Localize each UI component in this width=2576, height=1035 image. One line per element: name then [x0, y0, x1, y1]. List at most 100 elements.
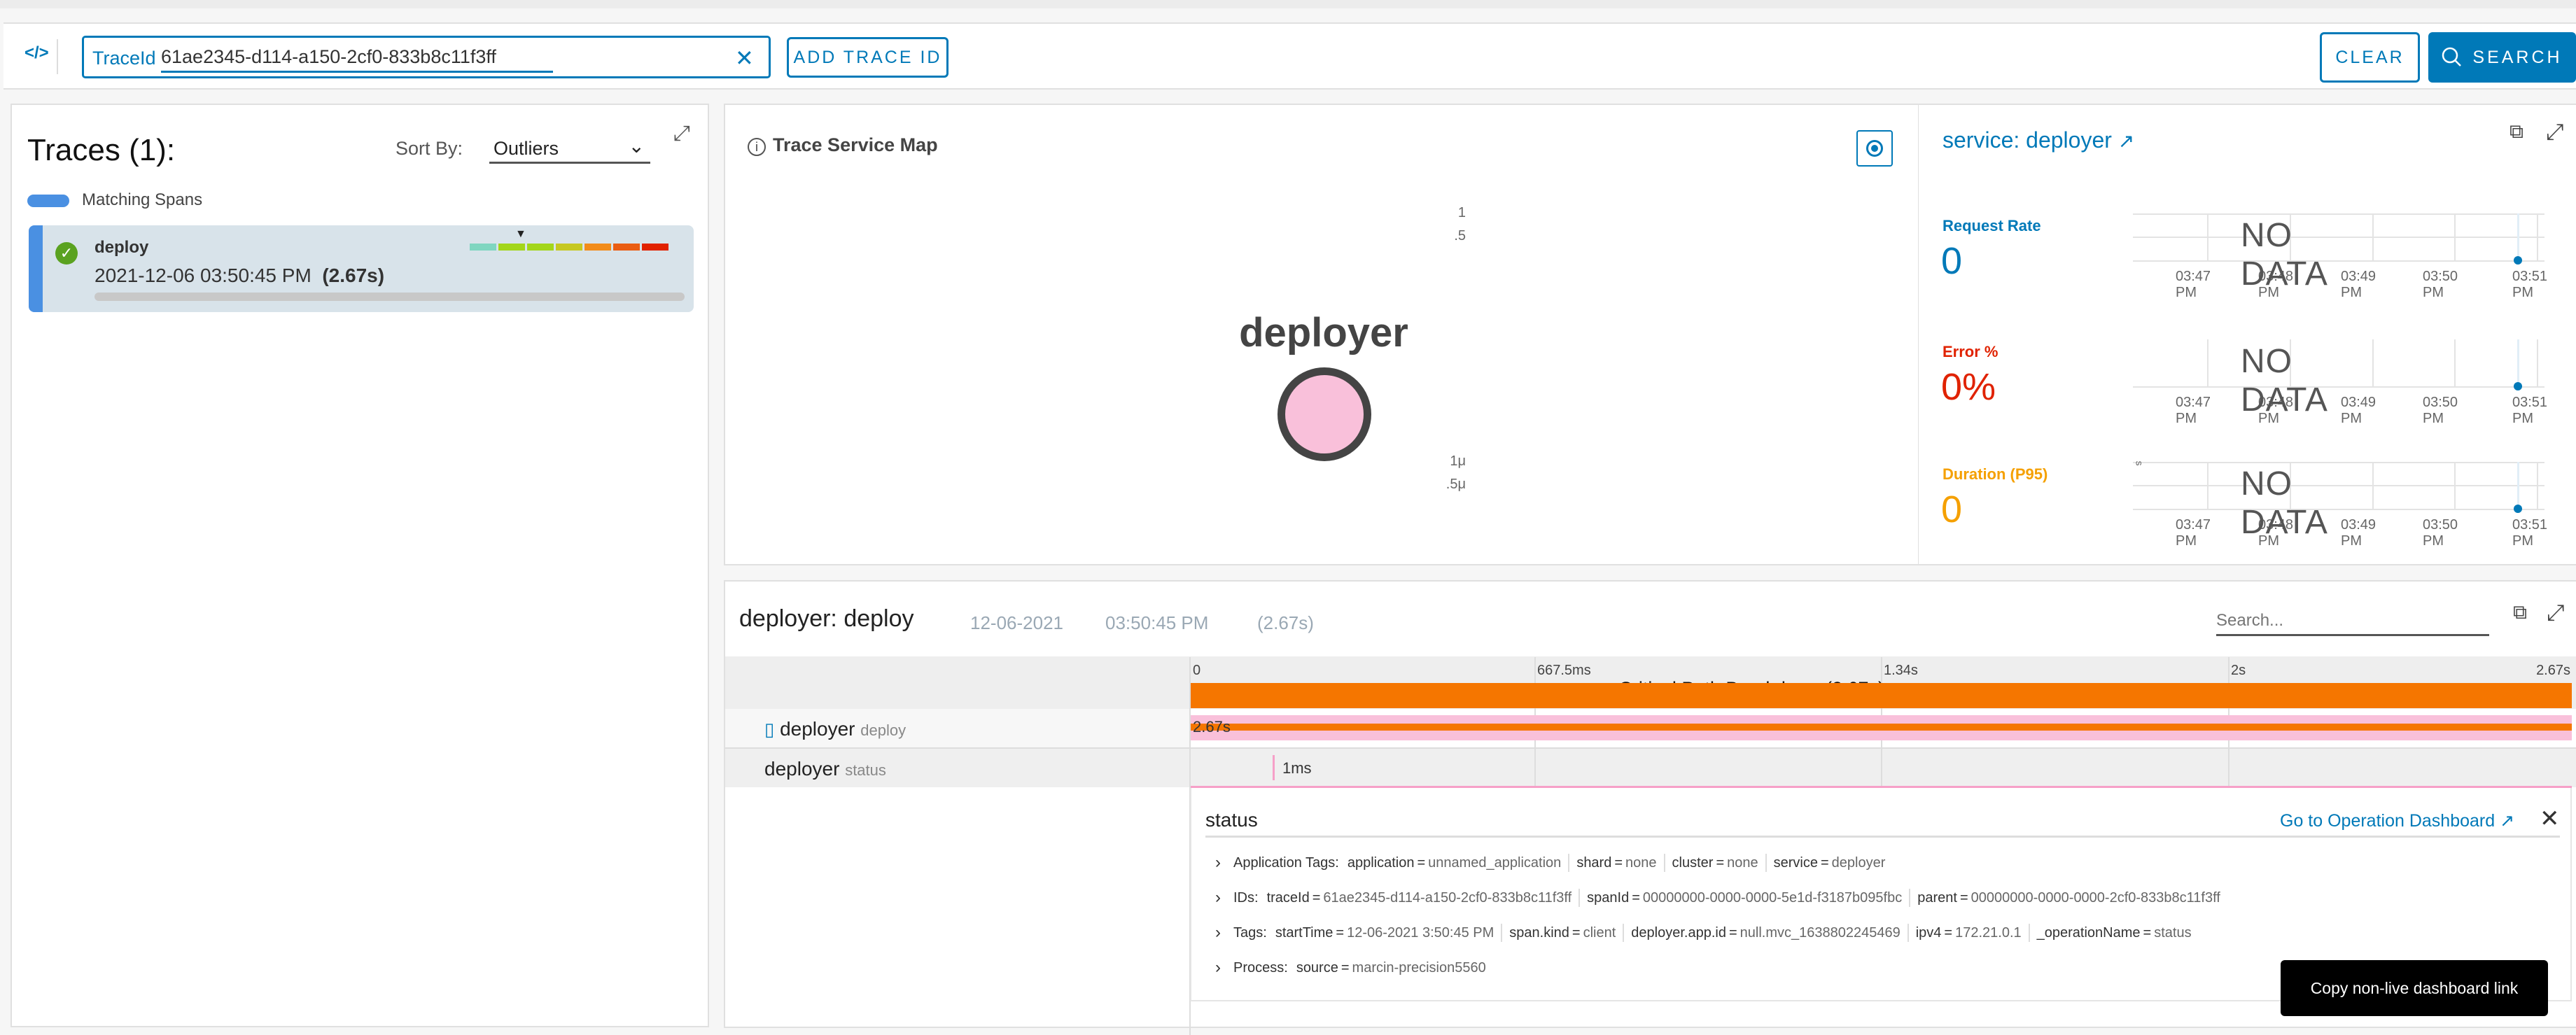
x-tick-label: 03:47 PM: [2176, 269, 2211, 300]
section-label: Process:: [1233, 959, 1288, 976]
gridline: [2133, 260, 2544, 262]
separator: [2028, 924, 2030, 942]
x-tick-label: 03:49 PM: [2341, 395, 2376, 426]
equals: =: [1632, 889, 1640, 906]
gridline: [2207, 339, 2208, 386]
search-label: SEARCH: [2472, 47, 2563, 67]
add-trace-id-button[interactable]: ADD TRACE ID: [787, 37, 948, 78]
heat-segment: [613, 244, 640, 251]
trace-list-item[interactable]: ✓ deploy 2021-12-06 03:50:45 PM (2.67s) …: [29, 225, 694, 312]
details-section[interactable]: › Tags: startTime = 12-06-2021 3:50:45 PM spa…: [1215, 923, 2192, 943]
close-icon[interactable]: ✕: [2540, 805, 2560, 833]
gridline: [2537, 213, 2538, 260]
tag-key: cluster: [1672, 854, 1714, 871]
details-section[interactable]: › Process: source = marcin-precision5560: [1215, 958, 1486, 978]
gridline: [2133, 213, 2544, 215]
tag-key: _operationName: [2036, 924, 2141, 941]
outlier-heat-bar: [470, 244, 668, 251]
x-tick-label: 03:50 PM: [2423, 517, 2458, 549]
chevron-right-icon[interactable]: ›: [1215, 853, 1233, 873]
separator: [1568, 854, 1570, 872]
expand-icon[interactable]: ⤢: [2547, 600, 2565, 626]
traceid-input[interactable]: TraceId 61ae2345-d114-a150-2cf0-833b8c11…: [82, 36, 771, 78]
span-bar-label: 1ms: [1282, 759, 1312, 777]
metric-label: Error %: [1942, 343, 1998, 360]
tag-value: deployer: [1831, 854, 1886, 871]
tag-value: none: [1625, 854, 1657, 871]
traceid-value[interactable]: 61ae2345-d114-a150-2cf0-833b8c11f3ff: [161, 46, 553, 73]
service-map-title-text: Trace Service Map: [773, 134, 938, 155]
current-time-line: [2517, 339, 2519, 386]
chevron-right-icon[interactable]: ›: [1215, 888, 1233, 908]
span-bar-status[interactable]: [1273, 755, 1275, 780]
operation-dashboard-link[interactable]: Go to Operation Dashboard ↗: [2280, 810, 2514, 831]
trace-duration: (2.67s): [322, 265, 385, 286]
section-label: Application Tags:: [1233, 854, 1339, 871]
y-tick-label: 1: [1457, 205, 1466, 220]
tag-value: 00000000-0000-0000-2cf0-833b8c11f3ff: [1970, 889, 2220, 906]
expand-icon[interactable]: ⤢: [2546, 119, 2564, 146]
span-row-deploy[interactable]: ▯ deployer deploy: [764, 718, 906, 740]
equals: =: [1340, 959, 1350, 976]
search-button[interactable]: SEARCH: [2428, 32, 2576, 83]
y-tick-label: .5: [1454, 228, 1466, 244]
chevron-right-icon[interactable]: ›: [1215, 958, 1233, 978]
gridline: [2537, 462, 2538, 509]
data-point: [2514, 256, 2522, 265]
traceid-label: TraceId: [92, 48, 156, 69]
popout-icon[interactable]: ⧉: [2513, 601, 2527, 624]
expand-icon[interactable]: ⤢: [673, 122, 690, 146]
traces-title: Traces (1):: [27, 133, 176, 167]
gridline: [2454, 339, 2456, 386]
code-icon[interactable]: </>: [24, 43, 49, 63]
tag-key: startTime: [1275, 924, 1334, 941]
span-bar-deploy[interactable]: 2.67s: [1190, 715, 2572, 740]
chevron-right-icon[interactable]: ›: [1215, 923, 1233, 943]
span-search-input[interactable]: [2216, 607, 2489, 636]
gridline: [2372, 462, 2374, 509]
sort-select[interactable]: Outliers ⌄: [489, 134, 650, 164]
service-node[interactable]: [1278, 367, 1371, 461]
tag-value: 172.21.0.1: [1955, 924, 2022, 941]
heat-segment: [470, 244, 496, 251]
critical-path-bar: [1190, 683, 2572, 708]
gridline: [2454, 462, 2456, 509]
trace-date-text: 2021-12-06 03:50:45 PM: [94, 265, 312, 286]
dashboard-link-text: Go to Operation Dashboard: [2280, 811, 2496, 831]
service-title[interactable]: service: deployer ↗: [1942, 127, 2134, 153]
details-title: status: [1205, 809, 1258, 831]
span-row-status[interactable]: deployer status: [764, 758, 886, 780]
heat-segment: [642, 244, 668, 251]
timeline-tick-label: 2.67s: [2536, 663, 2570, 678]
separator: [1578, 889, 1581, 907]
details-section[interactable]: › IDs: traceId = 61ae2345-d114-a150-2cf0-833…: [1215, 888, 2220, 908]
tag-value: 61ae2345-d114-a150-2cf0-833b8c11f3ff: [1323, 889, 1572, 906]
y-tick-label: 1μ: [1450, 453, 1466, 469]
info-icon: i: [748, 138, 766, 156]
equals: =: [1417, 854, 1426, 871]
x-tick-label: 03:51 PM: [2512, 517, 2548, 549]
section-label: Tags:: [1233, 924, 1267, 941]
popout-icon[interactable]: ⧉: [2510, 120, 2524, 143]
clear-input-icon[interactable]: ✕: [735, 45, 754, 71]
details-section[interactable]: › Application Tags: application = unnamed_ap…: [1215, 853, 1885, 873]
gridline: [2454, 213, 2456, 260]
clear-button[interactable]: CLEAR: [2320, 32, 2420, 83]
heat-segment: [527, 244, 554, 251]
span-operation: deploy: [860, 721, 906, 739]
equals: =: [1336, 924, 1345, 941]
current-time-line: [2517, 462, 2519, 509]
focus-node-button[interactable]: [1856, 130, 1893, 167]
tag-value: marcin-precision5560: [1352, 959, 1486, 976]
gridline: [2133, 386, 2544, 388]
heat-segment: [556, 244, 582, 251]
tag-value: client: [1583, 924, 1616, 941]
tag-key: service: [1773, 854, 1818, 871]
trace-date: 12-06-2021: [970, 612, 1063, 633]
timeline-tick-label: 1.34s: [1884, 663, 1918, 678]
traces-panel: Traces (1): Sort By: Outliers ⌄ ⤢ Matchi…: [10, 104, 709, 1027]
separator: [1907, 924, 1909, 942]
outlier-marker-icon: ▼: [515, 228, 526, 240]
tag-value: 00000000-0000-0000-5e1d-f3187b095fbc: [1642, 889, 1903, 906]
equals: =: [1572, 924, 1581, 941]
